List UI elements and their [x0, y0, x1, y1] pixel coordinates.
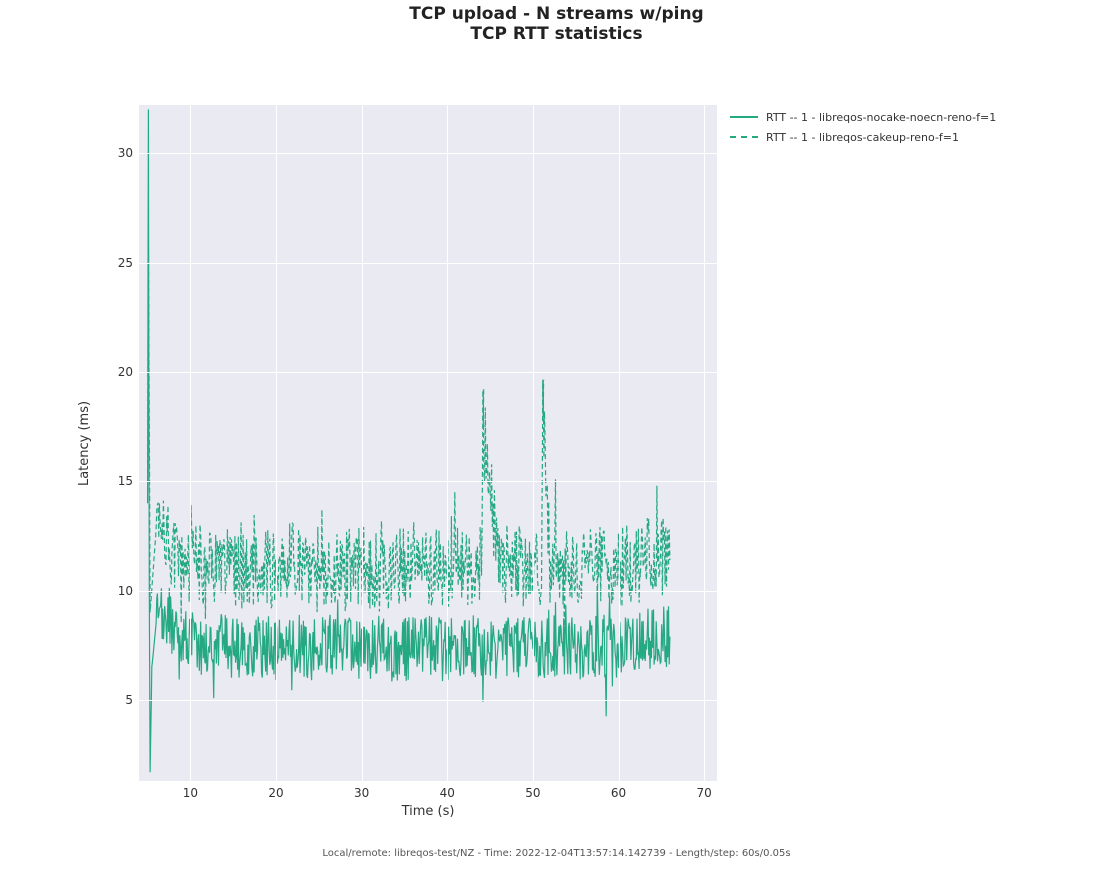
legend-swatch-dashed: [730, 136, 758, 138]
figure: TCP upload - N streams w/ping TCP RTT st…: [0, 0, 1113, 877]
y-axis-label-text: Latency (ms): [78, 400, 93, 485]
x-tick-label: 70: [697, 786, 712, 800]
grid-horizontal: [139, 263, 717, 264]
series-line: [148, 109, 670, 772]
x-tick-label: 20: [268, 786, 283, 800]
x-tick-label: 10: [183, 786, 198, 800]
x-axis-label: Time (s): [139, 804, 717, 819]
legend-item-1: RTT -- 1 - libreqos-nocake-noecn-reno-f=…: [730, 107, 996, 127]
grid-horizontal: [139, 153, 717, 154]
x-tick-label: 60: [611, 786, 626, 800]
grid-vertical: [190, 105, 191, 781]
grid-horizontal: [139, 481, 717, 482]
plot-area: [139, 105, 717, 781]
y-tick-label: 5: [103, 693, 133, 707]
series-line: [148, 241, 670, 663]
legend-label-2: RTT -- 1 - libreqos-cakeup-reno-f=1: [766, 131, 959, 144]
y-tick-label: 15: [103, 474, 133, 488]
y-tick-label: 30: [103, 146, 133, 160]
legend-label-1: RTT -- 1 - libreqos-nocake-noecn-reno-f=…: [766, 111, 996, 124]
grid-vertical: [619, 105, 620, 781]
grid-vertical: [533, 105, 534, 781]
grid-vertical: [362, 105, 363, 781]
x-tick-label: 40: [440, 786, 455, 800]
grid-vertical: [276, 105, 277, 781]
grid-horizontal: [139, 591, 717, 592]
title-line-2: TCP RTT statistics: [0, 24, 1113, 44]
chart-footer: Local/remote: libreqos-test/NZ - Time: 2…: [0, 848, 1113, 859]
grid-horizontal: [139, 700, 717, 701]
y-tick-label: 20: [103, 365, 133, 379]
y-tick-label: 25: [103, 256, 133, 270]
grid-vertical: [447, 105, 448, 781]
grid-vertical: [704, 105, 705, 781]
legend: RTT -- 1 - libreqos-nocake-noecn-reno-f=…: [730, 107, 996, 147]
x-tick-label: 50: [525, 786, 540, 800]
chart-title: TCP upload - N streams w/ping TCP RTT st…: [0, 4, 1113, 44]
x-tick-label: 30: [354, 786, 369, 800]
grid-horizontal: [139, 372, 717, 373]
chart-lines: [139, 105, 717, 781]
y-tick-label: 10: [103, 584, 133, 598]
legend-swatch-solid: [730, 116, 758, 118]
title-line-1: TCP upload - N streams w/ping: [0, 4, 1113, 24]
legend-item-2: RTT -- 1 - libreqos-cakeup-reno-f=1: [730, 127, 996, 147]
y-axis-label: Latency (ms): [76, 105, 94, 781]
